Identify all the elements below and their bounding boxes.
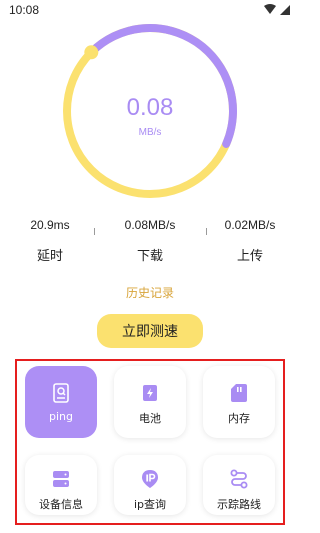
start-test-button[interactable]: 立即测速 <box>97 314 203 348</box>
stat-divider <box>94 228 95 235</box>
speed-unit: MB/s <box>138 127 162 138</box>
speed-value: 0.08 <box>126 94 174 121</box>
stat-latency: 20.9ms 延时 <box>0 218 100 264</box>
upload-label: 上传 <box>236 249 263 264</box>
download-value: 0.08MB/s <box>124 218 176 232</box>
stat-upload: 0.02MB/s 上传 <box>200 218 300 264</box>
stats-row: 20.9ms 延时 0.08MB/s 下载 0.02MB/s 上传 <box>0 218 300 268</box>
latency-value: 20.9ms <box>30 218 70 232</box>
history-link[interactable]: 历史记录 <box>0 284 300 301</box>
stat-download: 0.08MB/s 下载 <box>100 218 200 264</box>
latency-label: 延时 <box>36 249 63 264</box>
tools-highlight-box <box>15 359 285 525</box>
download-label: 下载 <box>136 249 163 264</box>
gauge-knob <box>84 45 99 60</box>
upload-value: 0.02MB/s <box>224 218 276 232</box>
